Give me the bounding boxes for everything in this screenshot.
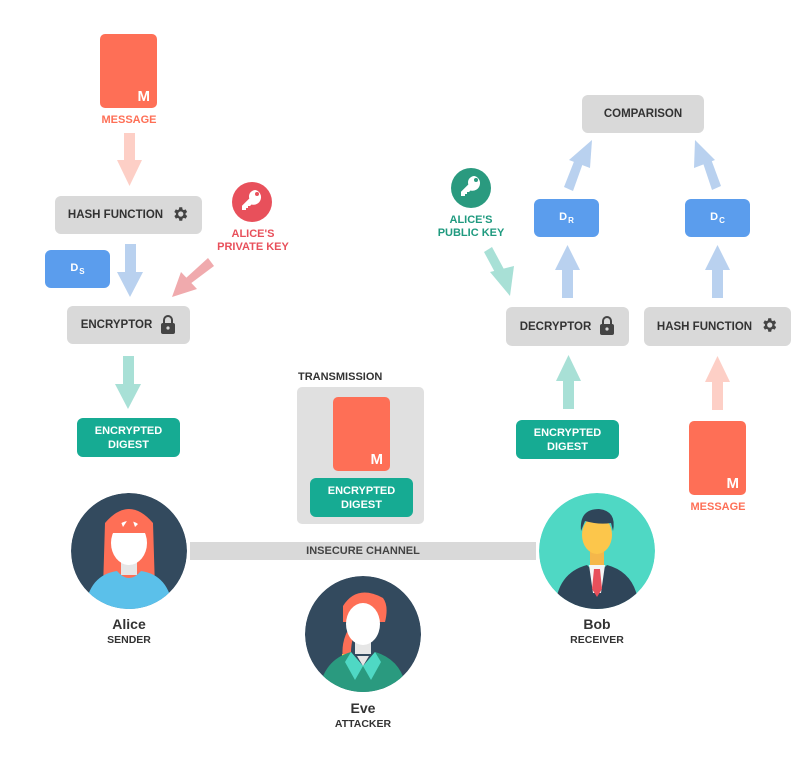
digest-dr-sub: R [568,216,574,225]
eve-avatar [305,576,421,692]
sender-hash-function-box: HASH FUNCTION [55,196,202,234]
private-key-badge [232,182,272,222]
alice-role: SENDER [107,634,151,646]
arrow-hash-to-dc [705,245,730,298]
receiver-message-document: M [689,421,746,495]
sender-encrypted-digest: ENCRYPTED DIGEST [77,418,180,457]
receiver-message-label: MESSAGE [690,501,746,513]
hash-function-label: HASH FUNCTION [67,209,164,221]
digest-ds-main: D [70,262,79,274]
digest-dc-label: DC [710,211,725,225]
digest-dr-box: DR [534,199,599,237]
lock-icon [599,315,615,338]
bob-role: RECEIVER [570,634,624,646]
arrow-publickey-to-decryptor [484,247,514,296]
arrow-digest-to-decryptor [556,355,581,409]
eve-name: Eve [350,700,376,716]
bob-name: Bob [583,616,611,632]
encrypted-digest-line2: DIGEST [341,498,382,511]
encrypted-digest-line2: DIGEST [547,440,588,453]
encrypted-digest-line1: ENCRYPTED [94,424,163,437]
lock-icon [160,314,176,337]
encryptor-box: ENCRYPTOR [67,306,190,344]
transmission-encrypted-digest: ENCRYPTED DIGEST [310,478,413,517]
digest-dc-main: D [710,211,719,223]
encrypted-digest-line1: ENCRYPTED [327,484,396,497]
arrow-message-to-hash [117,133,142,186]
encrypted-digest-line1: ENCRYPTED [533,426,602,439]
encrypted-digest-line2: DIGEST [108,438,149,451]
key-icon [240,188,264,217]
comparison-box: COMPARISON [582,95,704,133]
arrow-dc-to-comparison [694,140,721,190]
receiver-hash-function-box: HASH FUNCTION [644,307,791,346]
hash-function-label: HASH FUNCTION [656,320,753,333]
private-key-label-line1: ALICE'S [231,228,275,240]
digest-dc-sub: C [719,216,725,225]
gear-icon [171,205,189,226]
public-key-label-line1: ALICE'S [449,214,493,226]
digest-dr-main: D [559,211,568,223]
digest-ds-sub: S [79,267,85,276]
arrow-privatekey-to-encryptor [172,258,214,297]
arrow-decryptor-to-dr [555,245,580,298]
insecure-channel-label: INSECURE CHANNEL [306,545,420,557]
digest-ds-box: DS [45,250,110,288]
arrow-hash-to-encryptor [117,244,143,297]
insecure-channel-bar: INSECURE CHANNEL [190,542,536,560]
decryptor-label: DECRYPTOR [519,320,592,333]
transmission-message-document: M [333,397,390,471]
key-icon [459,174,483,203]
decryptor-box: DECRYPTOR [506,307,629,346]
transmission-title: TRANSMISSION [298,371,383,383]
arrow-dr-to-comparison [564,140,592,191]
sender-message-document: M [100,34,157,108]
encryptor-label: ENCRYPTOR [80,319,153,331]
public-key-badge [451,168,491,208]
gear-icon [760,316,778,337]
bob-avatar [539,493,655,609]
digest-ds-label: DS [70,262,84,276]
public-key-label: ALICE'S PUBLIC KEY [428,214,514,240]
arrow-message-to-hash-receiver [705,356,730,410]
message-letter: M [137,88,151,105]
digest-dc-box: DC [685,199,750,237]
public-key-label-line2: PUBLIC KEY [437,227,505,239]
alice-name: Alice [112,616,146,632]
message-letter: M [726,475,740,492]
sender-message-label: MESSAGE [101,114,157,126]
comparison-label: COMPARISON [603,108,683,120]
private-key-label: ALICE'S PRIVATE KEY [210,228,296,254]
digest-dr-label: DR [559,211,574,225]
private-key-label-line2: PRIVATE KEY [217,241,289,253]
receiver-encrypted-digest: ENCRYPTED DIGEST [516,420,619,459]
arrow-encryptor-to-digest [115,356,141,409]
eve-role: ATTACKER [334,718,392,730]
alice-avatar [71,493,187,609]
message-letter: M [370,451,384,468]
